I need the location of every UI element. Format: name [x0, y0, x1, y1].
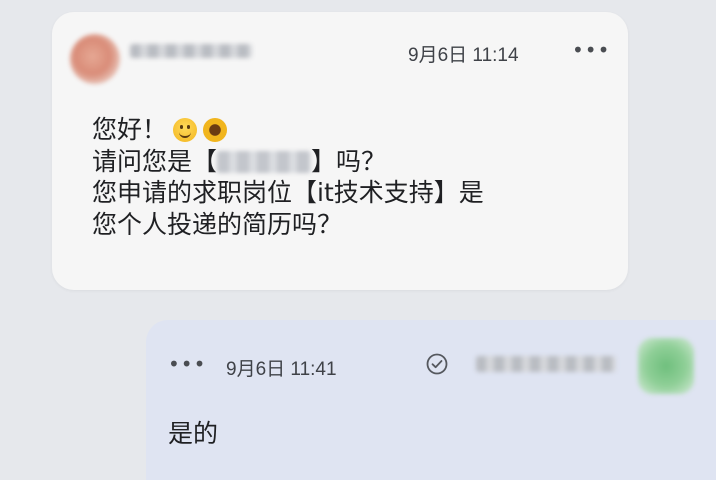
- incoming-timestamp: 9月6日 11:14: [408, 45, 519, 66]
- question-text-start: 请问您是【: [92, 146, 218, 176]
- greeting-text: 您好！: [92, 115, 168, 144]
- question-text-end: 】吗？: [311, 146, 387, 176]
- sender-avatar[interactable]: [70, 34, 120, 84]
- incoming-message-text: 您好！ 请问您是【 】吗？ 您申请的求职岗位【it技术支持】是 您个人投递的简历吗…: [92, 114, 484, 240]
- outgoing-message-text: 是的: [168, 419, 219, 448]
- outgoing-message-bubble: ••• 9月6日 11:41 是的: [146, 320, 716, 480]
- job-position-text: 您申请的求职岗位【it技术支持】是: [92, 178, 484, 207]
- sender-name-redacted: [130, 44, 252, 58]
- outgoing-more-icon[interactable]: •••: [168, 352, 206, 376]
- outgoing-timestamp: 9月6日 11:41: [226, 359, 337, 380]
- smiling-face-icon: [173, 118, 198, 142]
- sunflower-icon: [203, 118, 228, 142]
- redacted-name: [217, 150, 312, 173]
- recipient-name-redacted: [476, 356, 616, 372]
- incoming-more-icon[interactable]: •••: [572, 38, 610, 62]
- incoming-message-bubble: 9月6日 11:14 ••• 您好！ 请问您是【 】吗？ 您申请的求职岗位【it技…: [52, 12, 628, 290]
- resume-question-text: 您个人投递的简历吗？: [92, 209, 343, 239]
- recipient-avatar[interactable]: [638, 338, 694, 394]
- check-circle-icon: [426, 353, 448, 375]
